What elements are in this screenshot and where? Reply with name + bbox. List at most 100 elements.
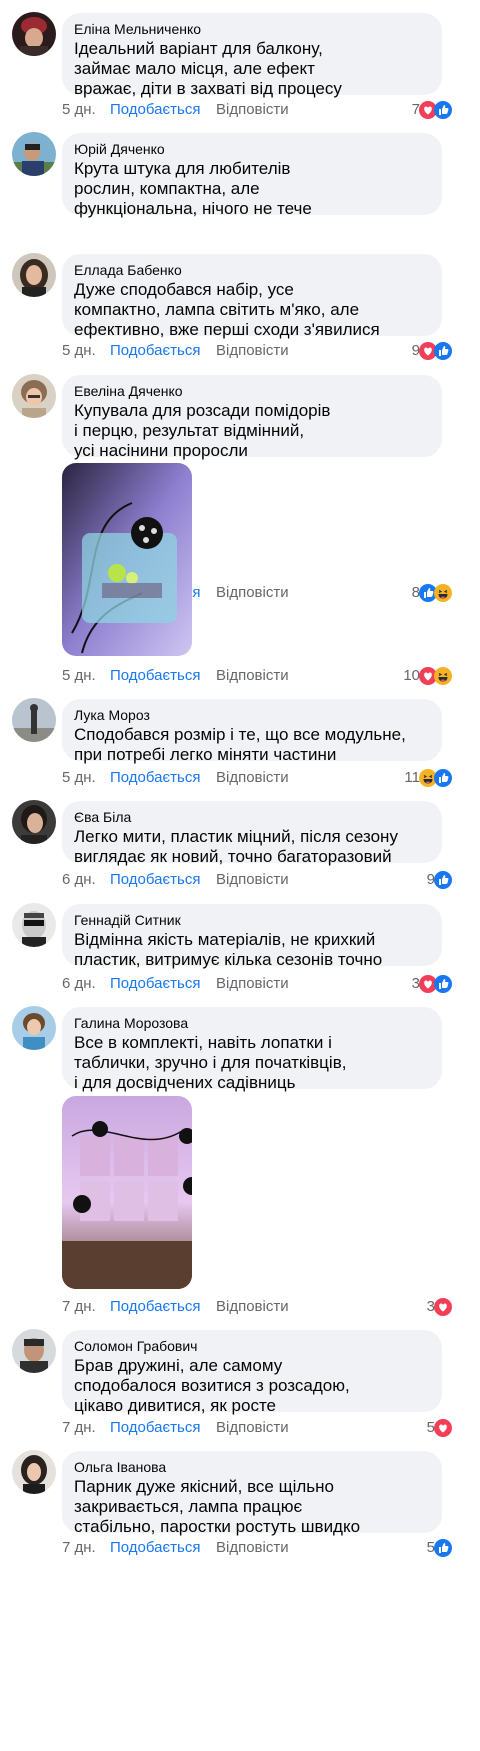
like-button[interactable]: Подобається [110, 1538, 200, 1558]
like-icon [434, 871, 452, 889]
comment-author[interactable]: Лука Мороз [74, 706, 430, 724]
like-icon [434, 342, 452, 360]
haha-icon [434, 667, 452, 685]
love-icon [434, 1419, 452, 1437]
avatar[interactable] [12, 903, 56, 947]
love-icon [434, 1298, 452, 1316]
comments-feed: Еліна Мельниченко Ідеальний варіант для б… [0, 0, 480, 1751]
comment-author[interactable]: Соломон Грабович [74, 1337, 430, 1355]
avatar[interactable] [12, 12, 56, 56]
comment-text: Купувала для розсади помідорів і перцю, … [74, 401, 331, 460]
reactions-summary[interactable]: 7 [412, 100, 452, 120]
comment-author[interactable]: Евеліна Дяченко [74, 382, 430, 400]
reactions-summary[interactable]: 3 [412, 974, 452, 994]
comment-bubble: Єва Біла Легко мити, пластик міцний, післ… [62, 801, 442, 866]
comment-author[interactable]: Геннадій Ситник [74, 911, 430, 929]
reply-button[interactable]: Відповісти [216, 974, 289, 994]
reactions-summary[interactable]: 9 [427, 870, 452, 890]
comment-bubble: Лука Мороз Сподобався розмір і те, що все… [62, 699, 442, 764]
comment-bubble: Евеліна Дяченко Купувала для розсади помі… [62, 375, 442, 460]
avatar[interactable] [12, 1006, 56, 1050]
like-icon [434, 101, 452, 119]
comment-timestamp[interactable]: 7 дн. [62, 1538, 96, 1558]
comment-timestamp[interactable]: 5 дн. [62, 666, 96, 686]
like-icon [434, 769, 452, 787]
like-icon [434, 975, 452, 993]
comment-actions: 6 дн. Подобається Відповісти 9 [62, 870, 452, 890]
like-button[interactable]: Подобається [110, 666, 200, 686]
comment-timestamp[interactable]: 5 дн. [62, 768, 96, 788]
comment-timestamp[interactable]: 5 дн. [62, 100, 96, 120]
grow-trays-photo[interactable] [62, 1096, 192, 1289]
reply-button[interactable]: Відповісти [216, 583, 289, 603]
reply-button[interactable]: Відповісти [216, 666, 289, 686]
comment-timestamp[interactable]: 7 дн. [62, 1418, 96, 1438]
comment-timestamp[interactable]: 7 дн. [62, 1297, 96, 1317]
comment-actions: 6 дн. Подобається Відповісти 3 [62, 974, 452, 994]
haha-icon [434, 584, 452, 602]
avatar[interactable] [12, 1329, 56, 1373]
avatar[interactable] [12, 253, 56, 297]
reaction-count: 10 [403, 667, 420, 684]
comment-actions: 5 дн. Подобається Відповісти 9 [62, 341, 452, 361]
reply-button[interactable]: Відповісти [216, 341, 289, 361]
reply-button[interactable]: Відповісти [216, 768, 289, 788]
comment-actions: 7 дн. Подобається Відповісти 5 [62, 1538, 452, 1558]
comment-bubble: Еліна Мельниченко Ідеальний варіант для б… [62, 13, 442, 98]
comment-actions: 7 дн. Подобається Відповісти 3 [62, 1297, 452, 1317]
like-button[interactable]: Подобається [110, 768, 200, 788]
reply-button[interactable]: Відповісти [216, 100, 289, 120]
like-button[interactable]: Подобається [110, 974, 200, 994]
comment-bubble: Ольга Іванова Парник дуже якісний, все щі… [62, 1451, 442, 1536]
comment-actions: 5 дн. Подобається Відповісти 11 [62, 768, 452, 788]
avatar[interactable] [12, 698, 56, 742]
like-button[interactable]: Подобається [110, 1297, 200, 1317]
reactions-summary[interactable]: 5 [427, 1418, 452, 1438]
comment-bubble: Геннадій Ситник Відмінна якість матеріалі… [62, 904, 442, 969]
like-icon [434, 1539, 452, 1557]
comment-bubble: Соломон Грабович Брав дружині, але самому… [62, 1330, 442, 1415]
comment-actions: 7 дн. Подобається Відповісти 5 [62, 1418, 452, 1438]
avatar[interactable] [12, 800, 56, 844]
reaction-count: 11 [404, 769, 420, 786]
comment-text: Крута штука для любителів рослин, компак… [74, 159, 312, 218]
reactions-summary[interactable]: 11 [404, 768, 452, 788]
comment-author[interactable]: Ольга Іванова [74, 1458, 430, 1476]
comment-timestamp[interactable]: 6 дн. [62, 974, 96, 994]
comment-bubble: Галина Морозова Все в комплекті, навіть л… [62, 1007, 442, 1092]
like-button[interactable]: Подобається [110, 100, 200, 120]
avatar[interactable] [12, 132, 56, 176]
like-button[interactable]: Подобається [110, 1418, 200, 1438]
reactions-summary[interactable]: 10 [403, 666, 452, 686]
reply-button[interactable]: Відповісти [216, 1297, 289, 1317]
comment-actions: 5 дн. Подобається Відповісти 7 [62, 100, 452, 120]
comment-author[interactable]: Юрій Дяченко [74, 140, 430, 158]
comment-text: Відмінна якість матеріалів, не крихкий п… [74, 930, 383, 969]
like-button[interactable]: Подобається [110, 341, 200, 361]
comment-author[interactable]: Еліна Мельниченко [74, 20, 430, 38]
comment-text: Легко мити, пластик міцний, після сезону… [74, 827, 398, 866]
comment-text: Парник дуже якісний, все щільно закриває… [74, 1477, 361, 1536]
reply-button[interactable]: Відповісти [216, 1418, 289, 1438]
reactions-summary[interactable]: 5 [427, 1538, 452, 1558]
reply-button[interactable]: Відповісти [216, 1538, 289, 1558]
comment-actions: 5 дн. Подобається Відповісти 10 [62, 666, 452, 686]
comment-text: Дуже сподобався набір, усе компактно, ла… [74, 280, 380, 339]
seedling-box-photo[interactable] [62, 463, 192, 656]
reactions-summary[interactable]: 3 [427, 1297, 452, 1317]
reactions-summary[interactable]: 9 [412, 341, 452, 361]
comment-author[interactable]: Галина Морозова [74, 1014, 430, 1032]
comment-bubble: Юрій Дяченко Крута штука для любителів ро… [62, 133, 442, 218]
like-button[interactable]: Подобається [110, 870, 200, 890]
comment-timestamp[interactable]: 6 дн. [62, 870, 96, 890]
avatar[interactable] [12, 1450, 56, 1494]
comment-author[interactable]: Єва Біла [74, 808, 430, 826]
comment-timestamp[interactable]: 5 дн. [62, 341, 96, 361]
comment-bubble: Еллада Бабенко Дуже сподобався набір, усе… [62, 254, 442, 339]
comment-text: Сподобався розмір і те, що все модульне,… [74, 725, 406, 764]
avatar[interactable] [12, 374, 56, 418]
comment-author[interactable]: Еллада Бабенко [74, 261, 430, 279]
reactions-summary[interactable]: 8 [412, 583, 452, 603]
reply-button[interactable]: Відповісти [216, 870, 289, 890]
comment-text: Ідеальний варіант для балкону, займає ма… [74, 39, 342, 98]
